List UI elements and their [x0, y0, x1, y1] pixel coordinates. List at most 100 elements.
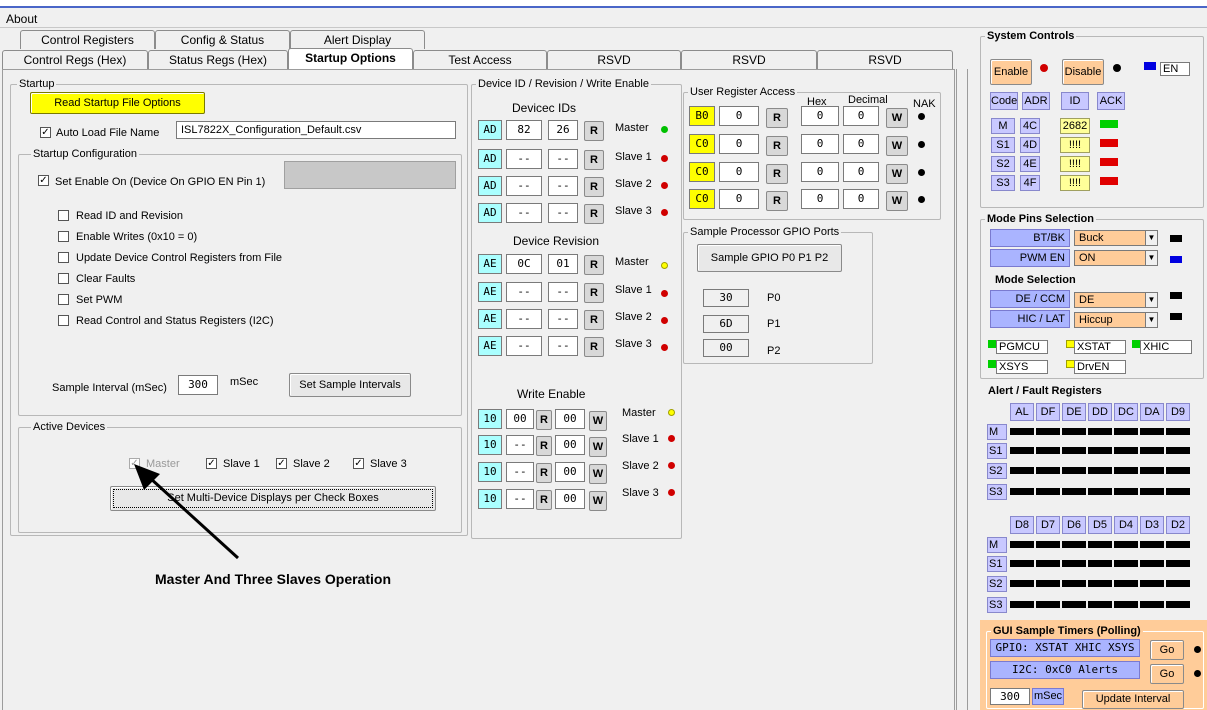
user-reg-write-button[interactable]: W — [886, 108, 908, 128]
splitter[interactable] — [956, 69, 968, 710]
tab-control-regs-hex[interactable]: Control Regs (Hex) — [2, 50, 148, 69]
sample-interval-input[interactable]: 300 — [178, 375, 218, 395]
user-reg-read-button[interactable]: R — [766, 191, 788, 211]
slave2-checkbox[interactable]: ✓ — [276, 458, 287, 469]
option-checkbox-4[interactable] — [58, 273, 69, 284]
read-id-button[interactable]: R — [584, 204, 604, 224]
user-reg-value[interactable]: 0 — [719, 134, 759, 154]
timer-interval-input[interactable]: 300 — [990, 688, 1030, 705]
gpio-go-button[interactable]: Go — [1150, 640, 1184, 660]
read-rev-button[interactable]: R — [584, 310, 604, 330]
sys-adr: 4D — [1020, 137, 1040, 153]
pwmen-select[interactable]: ON ▼ — [1074, 250, 1158, 266]
sys-code: S3 — [991, 175, 1015, 191]
menu-about[interactable]: About — [6, 12, 37, 26]
tab-control-registers[interactable]: Control Registers — [20, 30, 155, 49]
we-write-button[interactable]: W — [589, 491, 607, 511]
deccm-value: DE — [1079, 294, 1095, 306]
alert-bit — [1114, 488, 1138, 495]
user-reg-write-button[interactable]: W — [886, 164, 908, 184]
user-reg-write-button[interactable]: W — [886, 191, 908, 211]
user-reg-address[interactable]: C0 — [689, 162, 715, 182]
tab-rsvd-1[interactable]: RSVD — [547, 50, 681, 69]
btbk-select[interactable]: Buck ▼ — [1074, 230, 1158, 246]
alert-bit — [1166, 488, 1190, 495]
tab-startup-options[interactable]: Startup Options — [288, 48, 413, 69]
device-id-led — [661, 155, 668, 162]
user-reg-address[interactable]: C0 — [689, 189, 715, 209]
read-startup-file-button[interactable]: Read Startup File Options — [30, 92, 205, 114]
sample-gpio-button[interactable]: Sample GPIO P0 P1 P2 — [697, 244, 842, 272]
tab-config-status[interactable]: Config & Status — [155, 30, 290, 49]
user-reg-read-button[interactable]: R — [766, 108, 788, 128]
auto-load-checkbox[interactable]: ✓ — [40, 127, 51, 138]
we-read-button[interactable]: R — [536, 410, 552, 430]
enable-button[interactable]: Enable — [990, 59, 1032, 85]
user-reg-value[interactable]: 0 — [719, 106, 759, 126]
annotation-text: Master And Three Slaves Operation — [155, 571, 391, 587]
user-reg-address[interactable]: C0 — [689, 134, 715, 154]
tab-rsvd-3[interactable]: RSVD — [817, 50, 953, 69]
user-reg-read-button[interactable]: R — [766, 136, 788, 156]
tab-alert-display[interactable]: Alert Display — [290, 30, 425, 49]
we-write-button[interactable]: W — [589, 464, 607, 484]
we-read-button[interactable]: R — [536, 490, 552, 510]
slave3-checkbox[interactable]: ✓ — [353, 458, 364, 469]
user-reg-decimal[interactable]: 0 — [843, 106, 879, 126]
user-reg-address[interactable]: B0 — [689, 106, 715, 126]
write-enable-code: 10 — [478, 435, 502, 455]
alert-bit — [1088, 560, 1112, 567]
user-reg-value[interactable]: 0 — [719, 162, 759, 182]
device-rev-label: Master — [615, 256, 649, 268]
we-read-button[interactable]: R — [536, 463, 552, 483]
user-reg-value[interactable]: 0 — [719, 189, 759, 209]
alert-col-header: D8 — [1010, 516, 1034, 534]
option-checkbox-1[interactable] — [58, 210, 69, 221]
we-write-button[interactable]: W — [589, 437, 607, 457]
user-reg-hex[interactable]: 0 — [801, 134, 839, 154]
user-reg-hex[interactable]: 0 — [801, 189, 839, 209]
read-id-button[interactable]: R — [584, 150, 604, 170]
device-id-led — [661, 209, 668, 216]
user-reg-read-button[interactable]: R — [766, 164, 788, 184]
file-name-input[interactable]: ISL7822X_Configuration_Default.csv — [176, 121, 456, 139]
alert-bit — [1010, 488, 1034, 495]
user-reg-hex[interactable]: 0 — [801, 162, 839, 182]
hiclat-select[interactable]: Hiccup ▼ — [1074, 312, 1158, 328]
deccm-select[interactable]: DE ▼ — [1074, 292, 1158, 308]
set-sample-intervals-button[interactable]: Set Sample Intervals — [289, 373, 411, 397]
option-checkbox-5[interactable] — [58, 294, 69, 305]
tab-rsvd-2[interactable]: RSVD — [681, 50, 817, 69]
user-reg-decimal[interactable]: 0 — [843, 189, 879, 209]
device-id-label: Slave 2 — [615, 178, 652, 190]
i2c-go-button[interactable]: Go — [1150, 664, 1184, 684]
disable-button[interactable]: Disable — [1062, 59, 1104, 85]
tab-test-access[interactable]: Test Access — [413, 50, 547, 69]
set-enable-checkbox[interactable]: ✓ — [38, 175, 49, 186]
tab-status-regs-hex[interactable]: Status Regs (Hex) — [148, 50, 288, 69]
read-id-button[interactable]: R — [584, 121, 604, 141]
read-id-button[interactable]: R — [584, 177, 604, 197]
device-id-low: 26 — [548, 120, 578, 140]
option-checkbox-3[interactable] — [58, 252, 69, 263]
alert-bit — [1010, 428, 1034, 435]
gpio-p0-label: P0 — [767, 292, 781, 304]
user-reg-hex[interactable]: 0 — [801, 106, 839, 126]
option-checkbox-2[interactable] — [58, 231, 69, 242]
read-rev-button[interactable]: R — [584, 283, 604, 303]
gpio-p1-label: P1 — [767, 318, 781, 330]
user-reg-decimal[interactable]: 0 — [843, 162, 879, 182]
option-checkbox-6[interactable] — [58, 315, 69, 326]
active-devices-title: Active Devices — [31, 421, 108, 433]
read-rev-button[interactable]: R — [584, 337, 604, 357]
update-interval-button[interactable]: Update Interval — [1082, 690, 1184, 709]
alert-bit — [1062, 601, 1086, 608]
user-reg-write-button[interactable]: W — [886, 136, 908, 156]
we-write-button[interactable]: W — [589, 411, 607, 431]
read-rev-button[interactable]: R — [584, 255, 604, 275]
alert-col-header: DD — [1088, 403, 1112, 421]
alert-bit — [1036, 601, 1060, 608]
we-read-button[interactable]: R — [536, 436, 552, 456]
device-id-low: -- — [548, 203, 578, 223]
user-reg-decimal[interactable]: 0 — [843, 134, 879, 154]
